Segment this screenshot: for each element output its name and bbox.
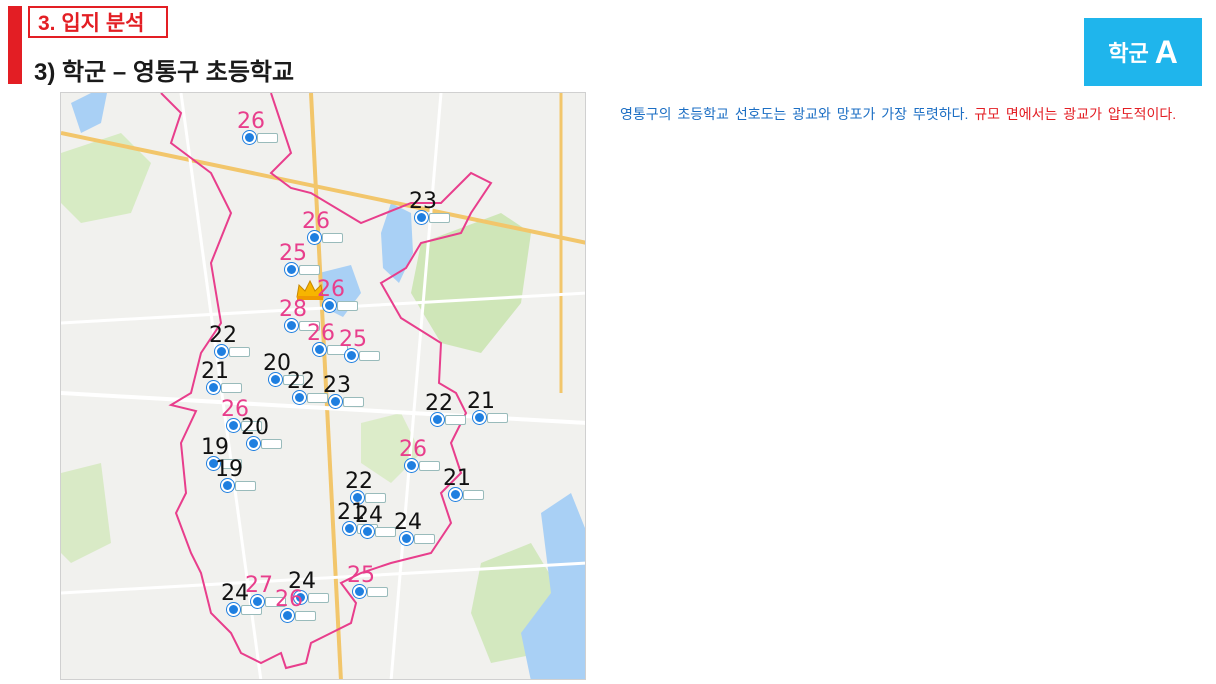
lake	[381, 203, 413, 283]
school-score: 23	[409, 189, 437, 214]
school-tag	[257, 132, 279, 143]
school-tag	[359, 350, 381, 361]
school-tag	[429, 212, 451, 223]
school-score: 26	[275, 587, 303, 612]
school-score: 21	[201, 359, 229, 384]
school-score: 25	[347, 563, 375, 588]
school-tag	[337, 300, 359, 311]
school-score: 22	[209, 323, 237, 348]
school-tag	[295, 610, 317, 621]
school-score: 24	[355, 503, 383, 528]
school-score: 19	[201, 435, 229, 460]
school-tag	[445, 414, 467, 425]
school-score: 19	[215, 457, 243, 482]
school-tag	[365, 492, 387, 503]
school-score: 22	[345, 469, 373, 494]
school-tag	[221, 382, 243, 393]
description: 영통구의 초등학교 선호도는 광교와 망포가 가장 뚜렷하다. 규모 면에서는 …	[620, 100, 1205, 128]
school-score: 22	[425, 391, 453, 416]
accent-bar	[8, 6, 22, 84]
section-title-text: 3. 입지 분석	[38, 12, 145, 35]
lake	[71, 93, 107, 133]
school-score: 20	[241, 415, 269, 440]
school-tag	[308, 592, 330, 603]
school-tag	[463, 489, 485, 500]
school-tag	[487, 412, 509, 423]
park-area	[61, 133, 151, 223]
school-map[interactable]: 26 23 26 25 28 26 26 25 22 21 20 22 23 2…	[60, 92, 586, 680]
school-tag	[299, 264, 321, 275]
school-score: 27	[245, 573, 273, 598]
school-score: 26	[317, 277, 345, 302]
school-tag	[229, 346, 251, 357]
school-score: 21	[443, 466, 471, 491]
school-score: 25	[279, 241, 307, 266]
school-tag	[322, 232, 344, 243]
school-score: 25	[339, 327, 367, 352]
school-tag	[419, 460, 441, 471]
school-tag	[235, 480, 257, 491]
school-tag	[414, 533, 436, 544]
school-score: 26	[399, 437, 427, 462]
school-score: 22	[287, 369, 315, 394]
school-score: 26	[237, 109, 265, 134]
school-score: 23	[323, 373, 351, 398]
school-score: 24	[394, 510, 422, 535]
school-score: 26	[302, 209, 330, 234]
section-title: 3. 입지 분석	[28, 6, 168, 38]
school-tag	[367, 586, 389, 597]
school-tag	[261, 438, 283, 449]
school-score: 26	[307, 321, 335, 346]
school-score: 21	[467, 389, 495, 414]
park-area	[61, 463, 111, 563]
school-tag	[343, 396, 365, 407]
school-score: 28	[279, 297, 307, 322]
road	[389, 93, 443, 679]
description-blue: 영통구의 초등학교 선호도는 광교와 망포가 가장 뚜렷하다.	[620, 106, 975, 122]
category-badge: 학군 A	[1084, 18, 1202, 86]
page-subtitle: 3) 학군 – 영통구 초등학교	[34, 59, 295, 86]
description-red: 규모 면에서는 광교가 압도적이다.	[974, 106, 1177, 122]
badge-letter: A	[1154, 33, 1178, 70]
badge-prefix: 학군	[1108, 41, 1149, 66]
